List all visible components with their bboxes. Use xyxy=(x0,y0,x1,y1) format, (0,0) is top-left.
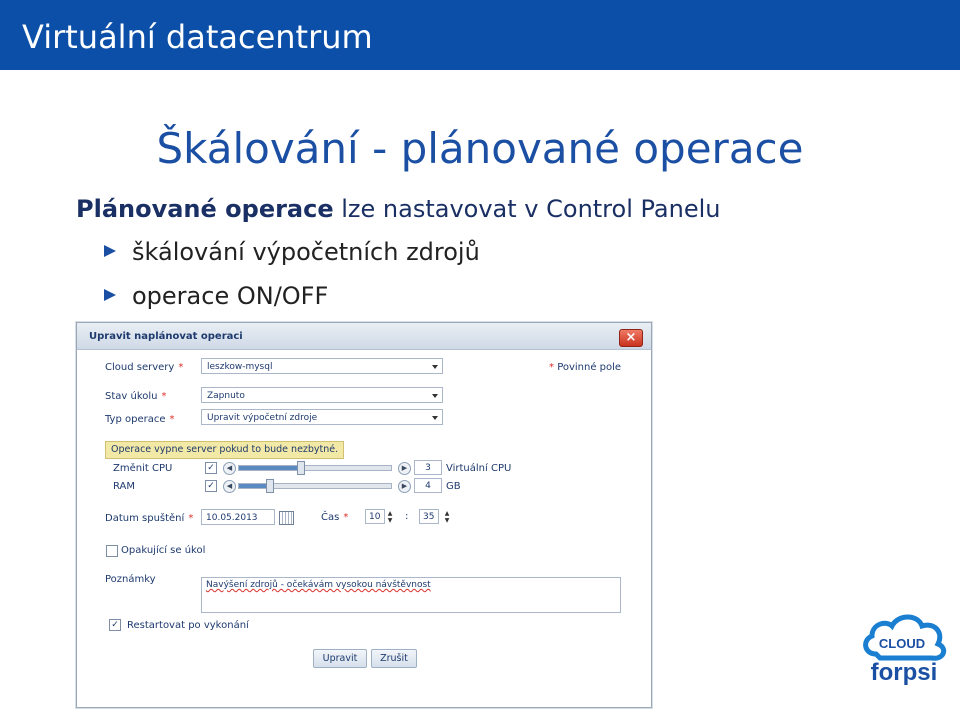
dialog-title: Upravit naplánovat operaci xyxy=(89,331,243,342)
hours-spinner[interactable]: ▲ ▼ xyxy=(386,510,394,524)
required-note: * Povinné pole xyxy=(549,362,621,373)
ram-value-input[interactable]: 4 xyxy=(414,478,442,493)
edit-scheduled-operation-dialog: Upravit naplánovat operaci × Cloud serve… xyxy=(76,322,652,708)
save-button[interactable]: Upravit xyxy=(313,649,367,668)
cpu-unit: Virtuální CPU xyxy=(446,463,512,474)
restart-label: Restartovat po vykonání xyxy=(127,620,249,631)
cpu-decrease-button[interactable]: ◀ xyxy=(223,462,236,475)
notes-label: Poznámky xyxy=(105,574,156,585)
start-date-input[interactable]: 10.05.2013 xyxy=(201,509,275,525)
close-button[interactable]: × xyxy=(619,329,643,347)
bullet-item: škálování výpočetních zdrojů xyxy=(104,238,480,266)
start-date-label-text: Datum spuštění xyxy=(105,513,185,524)
cpu-slider[interactable] xyxy=(238,461,392,475)
time-label-text: Čas xyxy=(321,512,340,523)
repeat-checkbox[interactable] xyxy=(106,545,118,557)
ram-increase-button[interactable]: ▶ xyxy=(398,480,411,493)
ram-unit: GB xyxy=(446,481,461,492)
header-title: Virtuální datacentrum xyxy=(22,18,373,56)
cloud-servers-label: Cloud servery * xyxy=(105,362,183,373)
required-star: * xyxy=(161,391,167,402)
ram-label: RAM xyxy=(113,481,136,492)
bullet-item: operace ON/OFF xyxy=(104,282,328,310)
slide-title: Škálování - plánované operace xyxy=(156,124,804,173)
cloud-servers-label-text: Cloud servery xyxy=(105,362,175,373)
task-state-label-text: Stav úkolu xyxy=(105,391,158,402)
repeat-label: Opakující se úkol xyxy=(121,545,206,556)
operation-type-select[interactable]: Upravit výpočetní zdroje xyxy=(201,409,443,425)
logo-word-forpsi: forpsi xyxy=(871,659,938,686)
required-star: * xyxy=(169,414,175,425)
bullet-text: operace ON/OFF xyxy=(132,282,329,310)
chevron-down-icon xyxy=(432,416,438,420)
cancel-button[interactable]: Zrušit xyxy=(371,649,417,668)
required-note-text: Povinné pole xyxy=(557,362,622,373)
time-label: Čas * xyxy=(321,512,348,523)
task-state-value: Zapnuto xyxy=(207,391,245,401)
cloud-forpsi-logo: CLOUD forpsi xyxy=(863,614,947,686)
required-star: * xyxy=(549,362,554,373)
ram-slider-fill xyxy=(239,484,270,488)
warning-notice: Operace vypne server pokud to bude nezby… xyxy=(105,441,345,459)
ram-slider-handle[interactable] xyxy=(266,479,275,493)
calendar-icon[interactable] xyxy=(279,511,294,525)
notes-textarea[interactable]: Navýšení zdrojů - očekávám vysokou návšt… xyxy=(201,577,621,613)
cpu-increase-button[interactable]: ▶ xyxy=(398,462,411,475)
cpu-value-input[interactable]: 3 xyxy=(414,460,442,475)
cpu-label: Změnit CPU xyxy=(113,463,173,474)
header-bar: Virtuální datacentrum xyxy=(0,0,960,70)
intro-bold: Plánované operace xyxy=(76,195,334,223)
ram-slider[interactable] xyxy=(238,479,392,493)
task-state-select[interactable]: Zapnuto xyxy=(201,387,443,403)
logo-word-cloud: CLOUD xyxy=(879,636,925,651)
cloud-servers-select[interactable]: leszkow-mysql xyxy=(201,358,443,374)
bullet-text: škálování výpočetních zdrojů xyxy=(132,238,480,266)
operation-type-value: Upravit výpočetní zdroje xyxy=(207,413,318,423)
chevron-down-icon xyxy=(432,394,438,398)
hours-input[interactable]: 10 xyxy=(365,509,385,524)
cpu-checkbox[interactable]: ✓ xyxy=(205,462,217,474)
bullet-arrow-icon xyxy=(104,289,116,301)
operation-type-label-text: Typ operace xyxy=(105,414,166,425)
minutes-spinner[interactable]: ▲ ▼ xyxy=(443,510,451,524)
dialog-header: Upravit naplánovat operaci × xyxy=(77,323,651,350)
operation-type-label: Typ operace * xyxy=(105,414,175,425)
intro-text: Plánované operace lze nastavovat v Contr… xyxy=(76,195,720,223)
notes-text: Navýšení zdrojů - očekávám vysokou návšt… xyxy=(206,580,431,590)
intro-rest: lze nastavovat v Control Panelu xyxy=(333,195,721,223)
minutes-input[interactable]: 35 xyxy=(419,509,439,524)
cpu-slider-handle[interactable] xyxy=(296,461,305,475)
chevron-down-icon xyxy=(432,365,438,369)
ram-checkbox[interactable]: ✓ xyxy=(205,480,217,492)
start-date-label: Datum spuštění * xyxy=(105,513,193,524)
required-star: * xyxy=(178,362,184,373)
cpu-slider-fill xyxy=(239,466,300,470)
required-star: * xyxy=(343,512,349,523)
time-separator: : xyxy=(405,511,409,522)
required-star: * xyxy=(188,513,194,524)
task-state-label: Stav úkolu * xyxy=(105,391,167,402)
ram-decrease-button[interactable]: ◀ xyxy=(223,480,236,493)
restart-checkbox[interactable]: ✓ xyxy=(109,619,121,631)
cloud-servers-value: leszkow-mysql xyxy=(207,362,273,372)
bullet-arrow-icon xyxy=(104,245,116,257)
